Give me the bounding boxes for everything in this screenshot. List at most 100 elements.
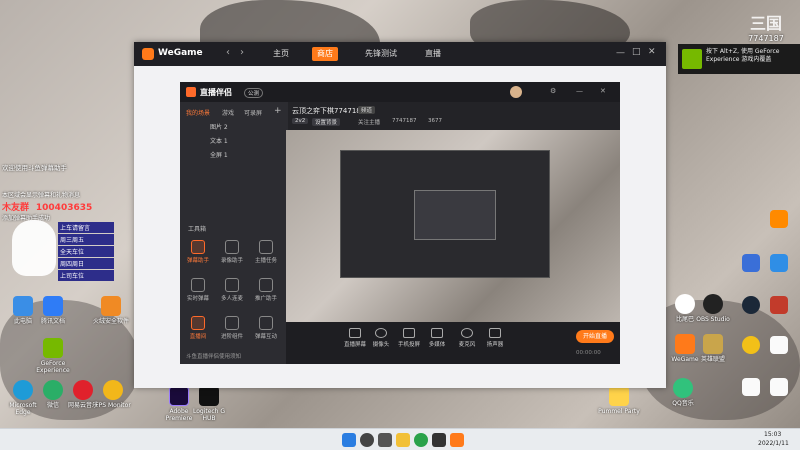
tool-danmu-interact[interactable]: 弹幕互动: [252, 316, 280, 340]
bunny-menu-item: 全天车位: [58, 246, 114, 257]
tool-anchor-task[interactable]: 主播任务: [252, 240, 280, 264]
tool-advanced[interactable]: 进阶组件: [218, 316, 246, 340]
tool-live-danmu[interactable]: 实时弹幕: [184, 278, 212, 302]
strip-icon[interactable]: [738, 296, 764, 316]
desktop-icon-pummel-party[interactable]: Pummel Party: [598, 386, 640, 415]
forward-arrow-icon[interactable]: ›: [240, 47, 244, 58]
avatar[interactable]: [510, 86, 522, 98]
desktop-icon-huorong[interactable]: 火绒安全软件: [90, 296, 132, 325]
promote-icon: [259, 278, 273, 292]
room-number: 7747187: [748, 34, 784, 43]
nav-live[interactable]: 直播: [420, 47, 446, 61]
windows-start-icon[interactable]: [342, 433, 356, 447]
settings-icon[interactable]: ⚙: [550, 87, 556, 95]
minimize-icon[interactable]: —: [616, 48, 625, 58]
tool-live-room[interactable]: 直播间: [184, 316, 212, 340]
tool-danmu-helper[interactable]: 弹幕助手: [184, 240, 212, 264]
toolbox-label: 工具箱: [188, 226, 207, 233]
nested-preview-inner: [414, 190, 496, 240]
pc-icon: [13, 296, 33, 316]
multimedia-button[interactable]: 多媒体: [424, 328, 450, 348]
desktop-icon-geforce[interactable]: GeForce Experience: [32, 338, 74, 374]
back-arrow-icon[interactable]: ‹: [226, 47, 230, 58]
strip-icon[interactable]: [766, 296, 792, 316]
app-icon: [770, 210, 788, 228]
desktop-icon-obs[interactable]: OBS Studio: [692, 294, 734, 323]
start-live-button[interactable]: 开始直播: [576, 330, 614, 343]
tool-promote[interactable]: 推广助手: [252, 278, 280, 302]
wegame-icon: [675, 334, 695, 354]
notice-text[interactable]: 斗鱼直播伴侣使用须知: [186, 352, 241, 360]
game-icon: [609, 386, 629, 406]
bottom-controls: 直播屏幕 摄像头 手机投屏 多媒体 麦克风 扬声器 开始直播 00:00:00: [286, 322, 620, 364]
tray-time[interactable]: 15:03: [764, 431, 781, 438]
desktop-icon-tencent-docs[interactable]: 腾讯文档: [32, 296, 74, 325]
tool-record-helper[interactable]: 录像助手: [218, 240, 246, 264]
edge-icon: [13, 380, 33, 400]
scene-item[interactable]: 文本 1: [210, 136, 228, 145]
desktop-icon-wegame[interactable]: WeGame: [664, 334, 706, 363]
streamer-window[interactable]: 直播伴侣 公测 ⚙ — ✕ 我的场景 游戏 可录屏 + 图片 2 文本 1 全屏…: [180, 82, 620, 364]
monitor-icon: [103, 380, 123, 400]
desktop-icon-qqmusic[interactable]: QQ音乐: [662, 378, 704, 407]
chat-overlay: 欢迎使用斗鱼弹幕助手 本区域会显示弹幕和礼物消息 木友群 100403635 添…: [2, 162, 152, 222]
shield-icon: [101, 296, 121, 316]
camera-button[interactable]: 摄像头: [368, 328, 394, 348]
tab-game[interactable]: 游戏: [222, 108, 234, 117]
nav-home[interactable]: 主页: [268, 47, 294, 61]
strip-icon[interactable]: [766, 254, 792, 274]
app-icon[interactable]: [432, 433, 446, 447]
scene-item[interactable]: 图片 2: [210, 122, 228, 131]
tab-scenes[interactable]: 我的场景: [186, 108, 210, 117]
speaker-icon: [489, 328, 501, 338]
nvidia-icon: [43, 338, 63, 358]
obs-icon: [703, 294, 723, 314]
strip-icon[interactable]: [738, 254, 764, 274]
tab-record[interactable]: 可录屏: [244, 108, 262, 117]
screen-capture-button[interactable]: 直播屏幕: [342, 328, 368, 348]
interact-icon: [259, 316, 273, 330]
maximize-icon[interactable]: □: [632, 47, 641, 57]
bunny-menu-item: 周四周日: [58, 258, 114, 269]
microphone-button[interactable]: 麦克风: [454, 328, 480, 348]
phone-cast-button[interactable]: 手机投屏: [396, 328, 422, 348]
strip-icon[interactable]: [766, 336, 792, 356]
music-icon: [73, 380, 93, 400]
strip-icon[interactable]: [766, 210, 792, 230]
scene-item[interactable]: 全屏 1: [210, 150, 228, 159]
geforce-notice-text: 按下 Alt+Z, 使用 GeForce Experience 游戏内覆盖: [706, 48, 780, 63]
wegame-titlebar[interactable]: WeGame ‹ › 主页 商店 先锋测试 直播 — □ ✕: [134, 42, 666, 66]
live-timer: 00:00:00: [576, 350, 601, 356]
bunny-menu: 上车请留言 周三周五 全天车位 周四周日 上司车位: [58, 222, 114, 281]
streamer-title: 直播伴侣: [200, 88, 232, 97]
room-tag: 设置背景: [312, 118, 341, 126]
strip-icon[interactable]: [738, 336, 764, 356]
minimize-icon[interactable]: —: [576, 87, 583, 95]
room-icon: [191, 316, 205, 330]
camera-icon: [375, 328, 387, 338]
search-icon[interactable]: [360, 433, 374, 447]
wegame-icon[interactable]: [450, 433, 464, 447]
nav-pioneer-test[interactable]: 先锋测试: [360, 47, 402, 61]
desktop-icon-fps-monitor[interactable]: FPS Monitor: [92, 380, 134, 409]
streamer-titlebar[interactable]: 直播伴侣 公测 ⚙ — ✕: [180, 82, 620, 102]
explorer-icon[interactable]: [396, 433, 410, 447]
task-view-icon[interactable]: [378, 433, 392, 447]
close-icon[interactable]: ✕: [600, 87, 606, 95]
chrome-icon[interactable]: [414, 433, 428, 447]
tray-date[interactable]: 2022/1/11: [758, 440, 789, 447]
nav-store[interactable]: 商店: [312, 47, 338, 61]
strip-icon[interactable]: [738, 378, 764, 398]
close-icon[interactable]: ✕: [648, 47, 656, 57]
premiere-icon: [169, 386, 189, 406]
desktop-icon-ghub[interactable]: Logitech G HUB: [188, 386, 230, 422]
tool-multi-mic[interactable]: 多人连麦: [218, 278, 246, 302]
steam-icon: [742, 296, 760, 314]
add-scene-icon[interactable]: +: [274, 106, 282, 116]
room-tag: 频道: [358, 106, 376, 114]
strip-icon[interactable]: [766, 378, 792, 398]
follow-hint: 关注主播: [358, 120, 381, 126]
file-icon: [742, 378, 760, 396]
app-icon: [742, 254, 760, 272]
speaker-button[interactable]: 扬声器: [482, 328, 508, 348]
